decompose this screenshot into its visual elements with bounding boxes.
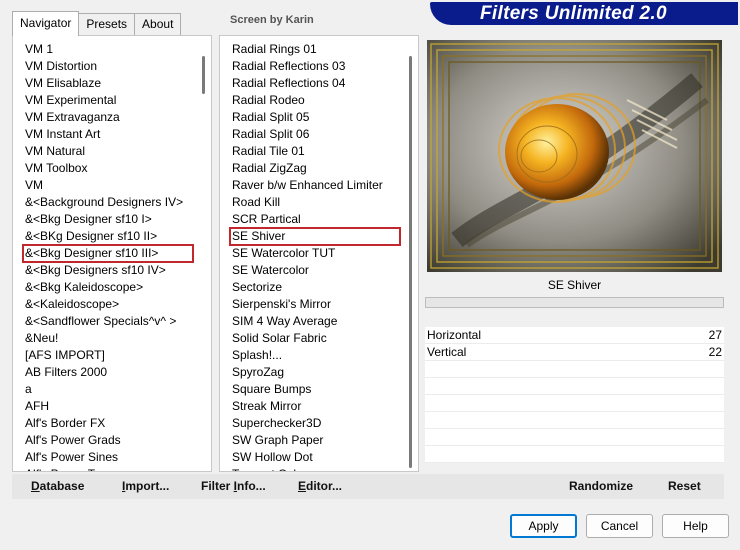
filter-list: Radial Rings 01 Radial Reflections 03 Radi… — [229, 41, 401, 471]
title-banner: Filters Unlimited 2.0 — [430, 2, 738, 25]
tab-strip: Navigator Presets About — [12, 11, 182, 36]
category-list-item[interactable]: VM Extravaganza — [23, 109, 193, 126]
category-list-item[interactable]: Alf's Power Grads — [23, 432, 193, 449]
category-list-item[interactable]: &<Background Designers IV> — [23, 194, 193, 211]
category-list: VM 1 VM Distortion VM Elisablaze VM Experim… — [22, 41, 194, 471]
category-list-item[interactable]: Alf's Power Toys — [23, 466, 193, 471]
category-list-item[interactable]: &<Bkg Designer sf10 I> — [23, 211, 193, 228]
import-button[interactable]: Import... — [122, 474, 169, 499]
apply-button[interactable]: Apply — [510, 514, 577, 538]
category-list-item[interactable]: &<Bkg Designer sf10 III> — [22, 244, 194, 263]
filter-list-item[interactable]: Square Bumps — [230, 381, 400, 398]
filter-list-item[interactable]: Raver b/w Enhanced Limiter — [230, 177, 400, 194]
reset-button[interactable]: Reset — [668, 474, 701, 499]
filter-list-item[interactable]: SW Hollow Dot — [230, 449, 400, 466]
parameter-value[interactable]: 22 — [682, 344, 722, 360]
tab-navigator[interactable]: Navigator — [12, 11, 80, 36]
parameter-row-empty — [425, 412, 724, 429]
filter-list-item[interactable]: Sierpenski's Mirror — [230, 296, 400, 313]
category-list-item[interactable]: AB Filters 2000 — [23, 364, 193, 381]
randomize-button[interactable]: Randomize — [569, 474, 633, 499]
tab-about[interactable]: About — [134, 13, 182, 35]
filter-preview-image — [427, 40, 722, 272]
filter-list-item[interactable]: Radial Rodeo — [230, 92, 400, 109]
category-list-item[interactable]: VM Instant Art — [23, 126, 193, 143]
filter-list-item[interactable]: SE Watercolor TUT — [230, 245, 400, 262]
category-list-item[interactable]: Alf's Border FX — [23, 415, 193, 432]
parameter-table: Horizontal 27 Vertical 22 — [425, 327, 724, 463]
category-list-item[interactable]: VM Natural — [23, 143, 193, 160]
category-list-item[interactable]: VM 1 — [23, 41, 193, 58]
parameter-name: Horizontal — [427, 328, 482, 342]
help-button[interactable]: Help — [662, 514, 729, 538]
parameter-row-empty — [425, 378, 724, 395]
category-scroll-thumb[interactable] — [202, 56, 205, 94]
category-list-item[interactable]: &<Bkg Designers sf10 IV> — [23, 262, 193, 279]
current-filter-name: SE Shiver — [547, 278, 602, 292]
category-list-item[interactable]: VM — [23, 177, 193, 194]
category-scrollbar[interactable] — [197, 36, 211, 471]
filter-list-item[interactable]: Radial ZigZag — [230, 160, 400, 177]
tab-presets[interactable]: Presets — [78, 13, 136, 35]
parameter-name: Vertical — [427, 345, 467, 359]
filter-list-item[interactable]: Radial Split 06 — [230, 126, 400, 143]
filter-scroll-thumb[interactable] — [409, 56, 412, 468]
filter-list-item[interactable]: SE Watercolor — [230, 262, 400, 279]
parameter-row[interactable]: Vertical 22 — [425, 344, 724, 361]
category-list-item[interactable]: [AFS IMPORT] — [23, 347, 193, 364]
parameter-row-empty — [425, 361, 724, 378]
category-list-item[interactable]: VM Distortion — [23, 58, 193, 75]
filter-list-panel[interactable]: Radial Rings 01 Radial Reflections 03 Radi… — [219, 35, 419, 472]
filter-list-item[interactable]: Road Kill — [230, 194, 400, 211]
filter-list-item[interactable]: Streak Mirror — [230, 398, 400, 415]
filter-list-item[interactable]: Radial Rings 01 — [230, 41, 400, 58]
filter-list-item[interactable]: Radial Reflections 04 — [230, 75, 400, 92]
filter-list-item[interactable]: Superchecker3D — [230, 415, 400, 432]
filter-list-item[interactable]: Radial Split 05 — [230, 109, 400, 126]
filter-list-item[interactable]: SpyroZag — [230, 364, 400, 381]
category-list-item[interactable]: a — [23, 381, 193, 398]
bottom-toolbar: Database Import... Filter Info... Editor… — [12, 474, 724, 499]
category-list-item[interactable]: VM Experimental — [23, 92, 193, 109]
filter-list-item[interactable]: SIM 4 Way Average — [230, 313, 400, 330]
parameter-row-empty — [425, 395, 724, 412]
database-button[interactable]: Database — [31, 474, 84, 499]
progress-bar — [425, 297, 724, 308]
filter-scrollbar[interactable] — [404, 36, 418, 471]
category-list-item[interactable]: &<Kaleidoscope> — [23, 296, 193, 313]
banner-title: Filters Unlimited 2.0 — [480, 3, 667, 24]
credit-text: Screen by Karin — [230, 14, 314, 26]
filter-list-item[interactable]: Solid Solar Fabric — [230, 330, 400, 347]
filter-list-item[interactable]: SW Graph Paper — [230, 432, 400, 449]
editor-button[interactable]: Editor... — [298, 474, 342, 499]
category-list-item[interactable]: &<BKg Designer sf10 II> — [23, 228, 193, 245]
parameter-value[interactable]: 27 — [682, 327, 722, 343]
filter-list-item[interactable]: Radial Tile 01 — [230, 143, 400, 160]
category-list-item[interactable]: &<Bkg Kaleidoscope> — [23, 279, 193, 296]
parameter-row-empty — [425, 446, 724, 463]
filter-list-item[interactable]: Splash!... — [230, 347, 400, 364]
filter-list-item[interactable]: Tangent Cube — [230, 466, 400, 471]
parameter-row-empty — [425, 429, 724, 446]
category-list-item[interactable]: VM Elisablaze — [23, 75, 193, 92]
filter-list-item[interactable]: Sectorize — [230, 279, 400, 296]
category-list-item[interactable]: VM Toolbox — [23, 160, 193, 177]
filter-info-button[interactable]: Filter Info... — [201, 474, 266, 499]
category-list-item[interactable]: AFH — [23, 398, 193, 415]
filter-list-item[interactable]: SE Shiver — [229, 227, 401, 246]
parameter-row[interactable]: Horizontal 27 — [425, 327, 724, 344]
cancel-button[interactable]: Cancel — [586, 514, 653, 538]
filter-list-item[interactable]: SCR Partical — [230, 211, 400, 228]
category-list-item[interactable]: &<Sandflower Specials^v^ > — [23, 313, 193, 330]
category-list-panel[interactable]: VM 1 VM Distortion VM Elisablaze VM Experim… — [12, 35, 212, 472]
category-list-item[interactable]: Alf's Power Sines — [23, 449, 193, 466]
filter-list-item[interactable]: Radial Reflections 03 — [230, 58, 400, 75]
category-list-item[interactable]: &Neu! — [23, 330, 193, 347]
